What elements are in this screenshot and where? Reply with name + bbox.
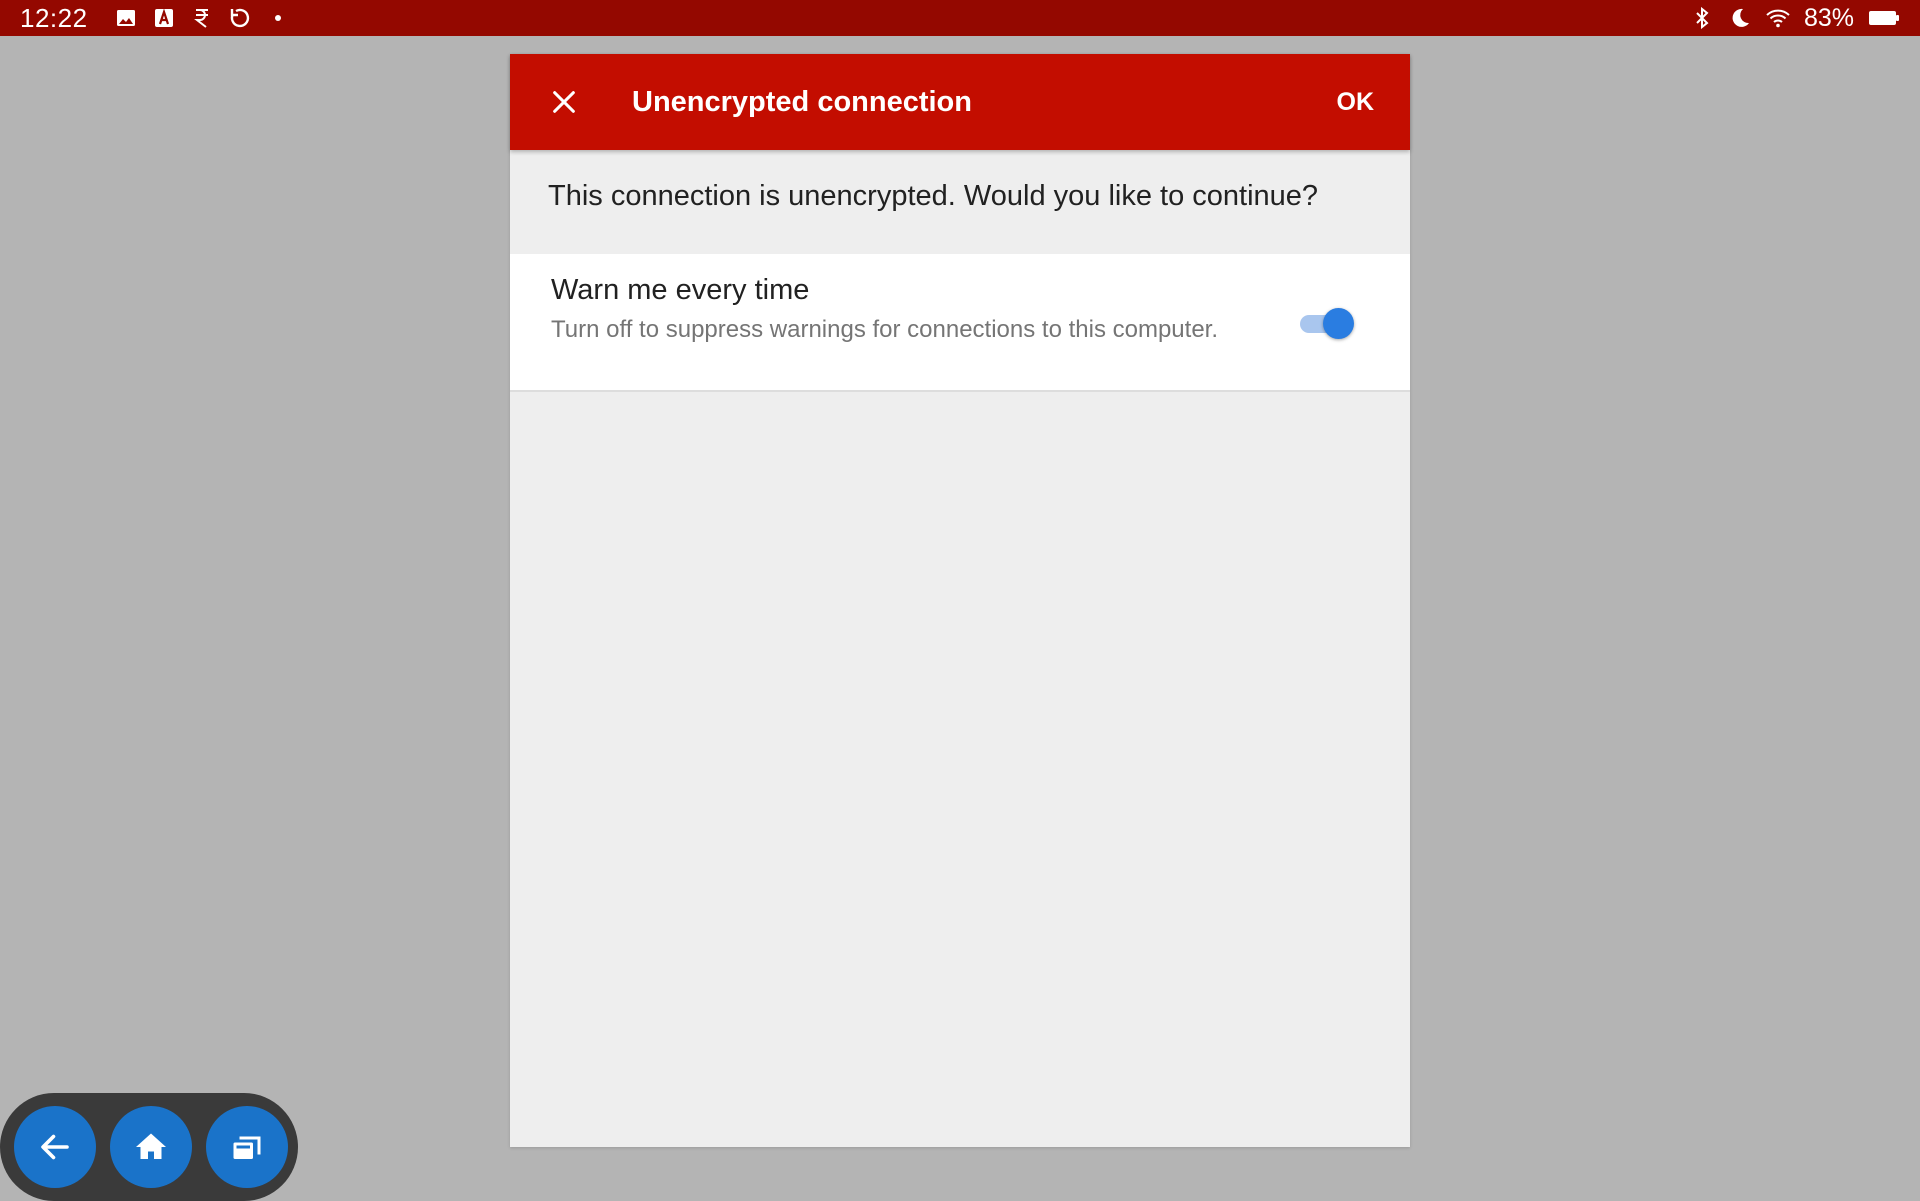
status-right: 83%: [1690, 4, 1900, 33]
dialog-header: Unencrypted connection OK: [510, 54, 1410, 150]
rupee-icon: [190, 6, 214, 30]
close-icon: [550, 88, 578, 116]
recent-apps-button[interactable]: [206, 1106, 288, 1188]
home-icon: [133, 1129, 169, 1165]
battery-percent: 83%: [1803, 3, 1854, 32]
status-bar: 12:22 83%: [0, 0, 1920, 36]
toggle-thumb: [1323, 308, 1354, 339]
dot-icon: [266, 6, 290, 30]
battery-icon: [1868, 6, 1900, 30]
warn-every-time-setting[interactable]: Warn me every time Turn off to suppress …: [510, 254, 1410, 392]
home-button[interactable]: [110, 1106, 192, 1188]
image-icon: [114, 6, 138, 30]
moon-icon: [1728, 6, 1752, 30]
back-button[interactable]: [14, 1106, 96, 1188]
text-a-icon: [152, 6, 176, 30]
sync-icon: [228, 6, 252, 30]
setting-title: Warn me every time: [551, 274, 810, 306]
ok-button[interactable]: OK: [1327, 78, 1385, 127]
recent-apps-icon: [229, 1129, 265, 1165]
status-time: 12:22: [20, 2, 88, 33]
dialog-message: This connection is unencrypted. Would yo…: [510, 150, 1410, 254]
wifi-icon: [1766, 6, 1790, 30]
floating-nav-bar: [0, 1093, 298, 1201]
status-left: 12:22: [20, 3, 290, 34]
setting-summary: Turn off to suppress warnings for connec…: [551, 316, 1219, 343]
dialog-title: Unencrypted connection: [632, 85, 972, 118]
bluetooth-icon: [1690, 6, 1714, 30]
unencrypted-connection-dialog: Unencrypted connection OK This connectio…: [510, 54, 1410, 1147]
warn-toggle-switch[interactable]: [1298, 306, 1354, 340]
back-arrow-icon: [37, 1129, 73, 1165]
close-button[interactable]: [536, 74, 592, 130]
